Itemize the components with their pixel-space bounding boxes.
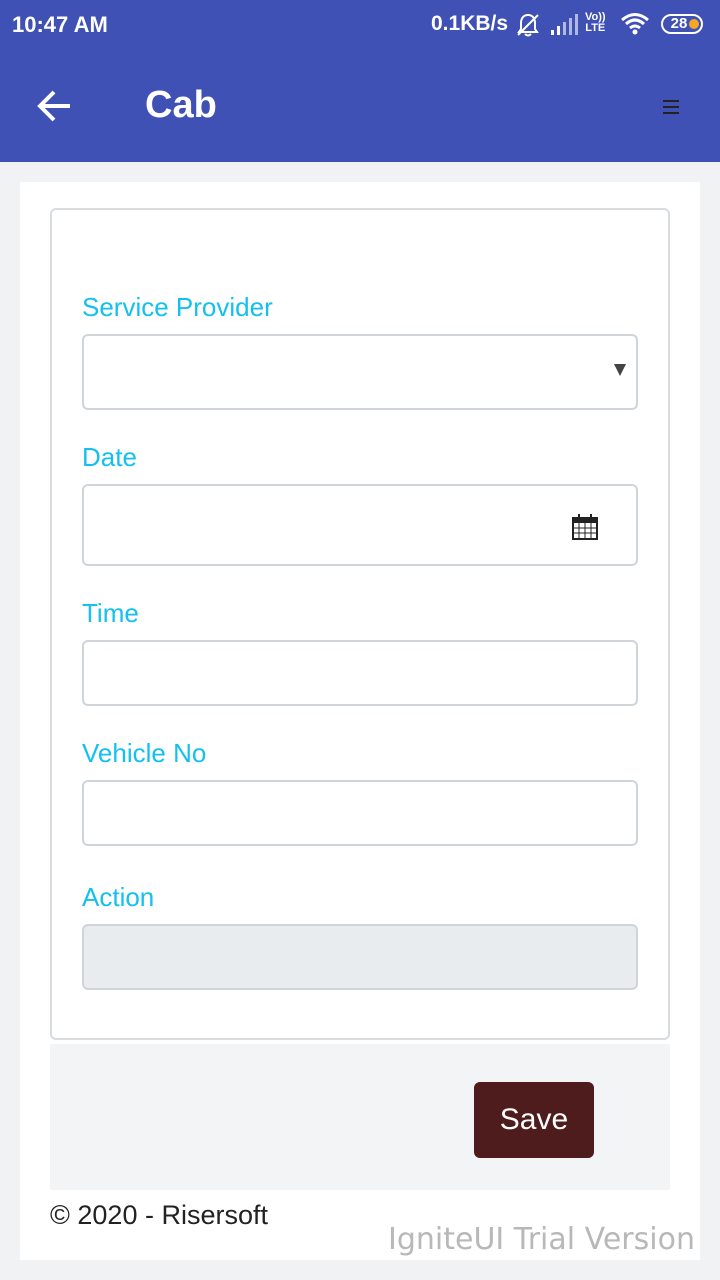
status-time: 10:47 AM — [12, 12, 108, 37]
app-bar: Cab — [0, 52, 720, 162]
copyright-text: © 2020 - Risersoft — [50, 1200, 268, 1230]
service-provider-label: Service Provider — [82, 292, 273, 322]
network-speed: 0.1KB/s — [431, 12, 509, 35]
action-label: Action — [82, 882, 155, 912]
date-input[interactable] — [82, 484, 638, 566]
form-card — [50, 208, 670, 1040]
service-provider-select[interactable] — [82, 334, 638, 410]
arrow-left-icon[interactable] — [36, 88, 72, 129]
battery-icon: 28 — [661, 14, 703, 34]
hamburger-menu-icon[interactable] — [661, 98, 681, 121]
save-button[interactable]: Save — [474, 1082, 594, 1158]
trial-watermark: IgniteUI Trial Version — [388, 1222, 695, 1257]
page-title: Cab — [145, 84, 217, 126]
dropdown-arrow-icon — [614, 364, 626, 376]
battery-level: 28 — [670, 15, 688, 32]
vehicle-no-label: Vehicle No — [82, 738, 207, 768]
time-label: Time — [82, 598, 139, 628]
action-input — [82, 924, 638, 990]
status-bar: 10:47 AM 0.1KB/s Vo)) LTE 28 — [0, 0, 720, 52]
volte-icon: Vo)) LTE — [585, 12, 606, 34]
date-label: Date — [82, 442, 137, 472]
wifi-icon — [620, 12, 650, 41]
time-input[interactable] — [82, 640, 638, 706]
bell-muted-icon — [515, 12, 541, 43]
vehicle-no-input[interactable] — [82, 780, 638, 846]
signal-icon — [550, 14, 578, 41]
calendar-icon[interactable] — [572, 514, 598, 545]
volte-bottom-text: LTE — [585, 22, 606, 34]
